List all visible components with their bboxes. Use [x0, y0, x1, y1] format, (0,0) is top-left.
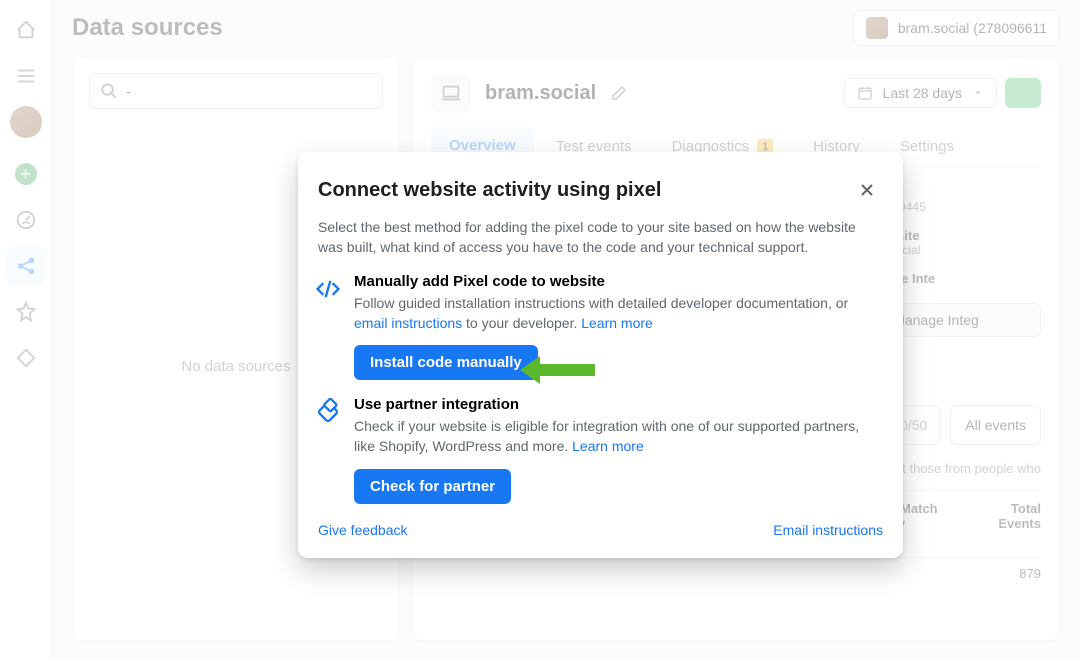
method-manual: Manually add Pixel code to website Follo… — [298, 257, 903, 380]
code-icon — [314, 275, 342, 303]
modal-close-button[interactable] — [851, 174, 883, 206]
learn-more-link-2[interactable]: Learn more — [572, 438, 644, 454]
email-instructions-link-inline[interactable]: email instructions — [354, 315, 462, 331]
green-arrow-annotation — [520, 356, 595, 384]
method1-title: Manually add Pixel code to website — [354, 273, 883, 290]
method-partner: Use partner integration Check if your we… — [298, 380, 903, 503]
give-feedback-link[interactable]: Give feedback — [318, 522, 408, 538]
method2-title: Use partner integration — [354, 396, 883, 413]
method2-description: Check if your website is eligible for in… — [354, 417, 883, 456]
modal-title: Connect website activity using pixel — [318, 179, 851, 202]
connect-pixel-modal: Connect website activity using pixel Sel… — [298, 152, 903, 558]
modal-description: Select the best method for adding the pi… — [298, 218, 903, 257]
install-manually-button[interactable]: Install code manually — [354, 345, 538, 380]
check-partner-button[interactable]: Check for partner — [354, 469, 511, 504]
method1-description: Follow guided installation instructions … — [354, 294, 883, 333]
learn-more-link-1[interactable]: Learn more — [581, 315, 653, 331]
email-instructions-link[interactable]: Email instructions — [773, 522, 883, 538]
partner-icon — [314, 398, 342, 426]
close-icon — [857, 180, 877, 200]
